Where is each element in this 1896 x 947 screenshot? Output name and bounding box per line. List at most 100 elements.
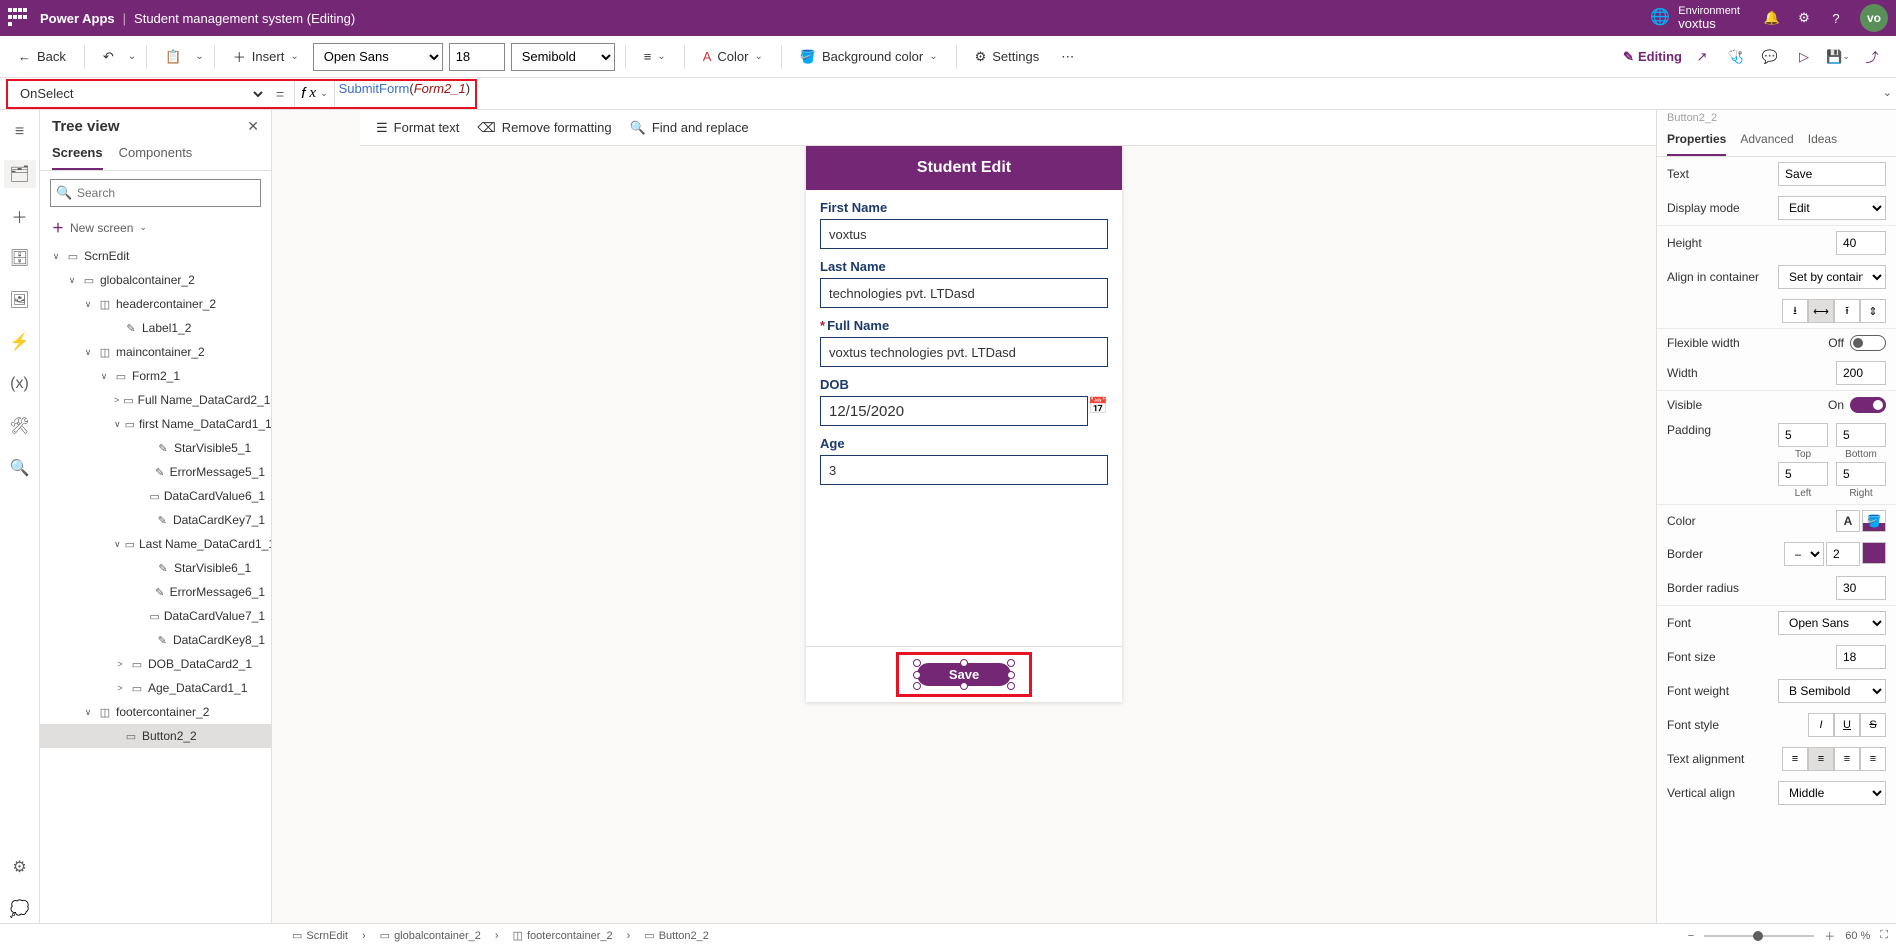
prop-text-input[interactable] [1778,162,1886,186]
tree-node[interactable]: ∨▭Form2_1 [40,364,271,388]
tree-node[interactable]: ▭DataCardValue7_1 [40,604,271,628]
align-center-button[interactable]: ≡ [1808,747,1834,771]
phone-canvas[interactable]: Student Edit First Name Last Name *Full … [806,146,1122,702]
border-width-input[interactable] [1826,542,1860,566]
search-rail-icon[interactable]: 🔍 [4,454,36,482]
tree-node[interactable]: ✎StarVisible6_1 [40,556,271,580]
pad-top-input[interactable] [1778,423,1828,447]
save-icon[interactable]: 💾⌄ [1824,43,1852,71]
breadcrumb-item[interactable]: ◫ footercontainer_2 [507,929,619,942]
tree-node[interactable]: >▭Full Name_DataCard2_1 [40,388,271,412]
tree-node[interactable]: ∨▭first Name_DataCard1_1 [40,412,271,436]
prop-font-size-input[interactable] [1836,645,1886,669]
tree-node[interactable]: ✎Label1_2 [40,316,271,340]
prop-width-input[interactable] [1836,361,1886,385]
publish-icon[interactable]: ⤴ [1858,43,1886,71]
strike-button[interactable]: S [1860,713,1886,737]
tab-properties[interactable]: Properties [1667,124,1726,156]
align-buttons[interactable]: ⭳ ⟷ ⭱ ⇕ [1782,299,1886,323]
tree-node[interactable]: ∨◫footercontainer_2 [40,700,271,724]
font-size-input[interactable] [449,43,505,71]
age-input[interactable] [820,455,1108,485]
tab-components[interactable]: Components [119,139,193,170]
avatar[interactable]: vo [1860,4,1888,32]
fx-button[interactable]: fx ⌄ [294,81,334,107]
tree-search-input[interactable] [50,179,261,207]
comments-icon[interactable]: 💬 [1756,43,1784,71]
property-select[interactable]: OnSelect [8,81,266,107]
font-color-menu[interactable]: A Color ⌄ [695,45,771,68]
power-automate-icon[interactable]: ⚡ [4,328,36,356]
calendar-icon[interactable]: 📅 [1088,396,1108,426]
tab-ideas[interactable]: Ideas [1808,124,1837,156]
prop-align-container-select[interactable]: Set by container [1778,265,1886,289]
italic-button[interactable]: I [1808,713,1834,737]
tree-node[interactable]: ∨◫maincontainer_2 [40,340,271,364]
align-left-button[interactable]: ≡ [1782,747,1808,771]
align-menu[interactable]: ≡ ⌄ [636,45,674,68]
settings-button[interactable]: ⚙ Settings [967,45,1048,69]
tree-node[interactable]: ∨▭globalcontainer_2 [40,268,271,292]
tree-node[interactable]: ∨◫headercontainer_2 [40,292,271,316]
align-justify-button[interactable]: ≡ [1860,747,1886,771]
app-launcher-icon[interactable] [8,8,28,28]
preview-icon[interactable]: ▷ [1790,43,1818,71]
fill-color-swatch[interactable]: 🪣 [1862,510,1886,532]
insert-button[interactable]: ＋ Insert ⌄ [225,43,307,70]
formula-input[interactable]: SubmitForm(Form2_1) [335,81,475,107]
pad-right-input[interactable] [1836,462,1886,486]
tree-node[interactable]: ▭Button2_2 [40,724,271,748]
settings-rail-icon[interactable]: ⚙ [4,853,36,881]
tree-view-icon[interactable]: 🗂 [4,160,36,188]
settings-gear-icon[interactable]: ⚙ [1788,2,1820,34]
help-icon[interactable]: ? [1820,2,1852,34]
prop-font-select[interactable]: Open Sans [1778,611,1886,635]
tree-node[interactable]: ✎StarVisible5_1 [40,436,271,460]
back-button[interactable]: ← Back [10,45,74,68]
editing-mode[interactable]: ✎ Editing [1623,49,1682,65]
data-icon[interactable]: 🗄 [4,244,36,272]
hamburger-icon[interactable]: ≡ [4,118,36,146]
align-right-button[interactable]: ≡ [1834,747,1860,771]
flex-width-toggle[interactable] [1850,335,1886,351]
prop-display-mode-select[interactable]: Edit [1778,196,1886,220]
prop-font-weight-select[interactable]: B Semibold [1778,679,1886,703]
align-stretch-icon[interactable]: ⇕ [1860,299,1886,323]
bg-color-menu[interactable]: 🪣 Background color ⌄ [792,45,946,69]
visible-toggle[interactable] [1850,397,1886,413]
variables-icon[interactable]: (x) [4,370,36,398]
tree-node[interactable]: ∨▭Last Name_DataCard1_1 [40,532,271,556]
new-screen-button[interactable]: ＋New screen ⌄ [40,215,271,244]
align-center-icon[interactable]: ⟷ [1808,299,1834,323]
tab-screens[interactable]: Screens [52,139,103,170]
find-replace-button[interactable]: 🔍 Find and replace [630,120,749,136]
tree-node[interactable]: ✎DataCardKey8_1 [40,628,271,652]
align-end-icon[interactable]: ⭱ [1834,299,1860,323]
breadcrumb-item[interactable]: ▭ Button2_2 [638,929,715,942]
undo-split[interactable]: ⌄ [128,51,136,62]
zoom-slider[interactable] [1704,935,1814,937]
formula-expand-icon[interactable]: ⌄ [1883,86,1892,99]
undo-button[interactable]: ↶ [95,45,122,69]
pad-bottom-input[interactable] [1836,423,1886,447]
breadcrumb-item[interactable]: ▭ globalcontainer_2 [374,929,487,942]
last-name-input[interactable] [820,278,1108,308]
overflow-menu[interactable]: ⋯ [1053,45,1082,69]
media-icon[interactable]: 🖼 [4,286,36,314]
tree-node[interactable]: ✎ErrorMessage6_1 [40,580,271,604]
paste-button[interactable]: 📋 [157,45,189,69]
zoom-in-button[interactable]: ＋ [1824,928,1835,944]
tree-node[interactable]: ▭DataCardValue6_1 [40,484,271,508]
app-checker-icon[interactable]: 🩺 [1722,43,1750,71]
paste-split[interactable]: ⌄ [195,51,203,62]
prop-vert-align-select[interactable]: Middle [1778,781,1886,805]
format-text-button[interactable]: ☰ Format text [376,120,459,136]
font-color-swatch[interactable]: A [1836,510,1860,532]
notifications-icon[interactable]: 🔔 [1756,2,1788,34]
border-color-swatch[interactable] [1862,542,1886,564]
environment-picker[interactable]: 🌐 Environmentvoxtus [1650,5,1740,31]
prop-radius-input[interactable] [1836,576,1886,600]
tree-node[interactable]: ✎DataCardKey7_1 [40,508,271,532]
underline-button[interactable]: U [1834,713,1860,737]
prop-height-input[interactable] [1836,231,1886,255]
